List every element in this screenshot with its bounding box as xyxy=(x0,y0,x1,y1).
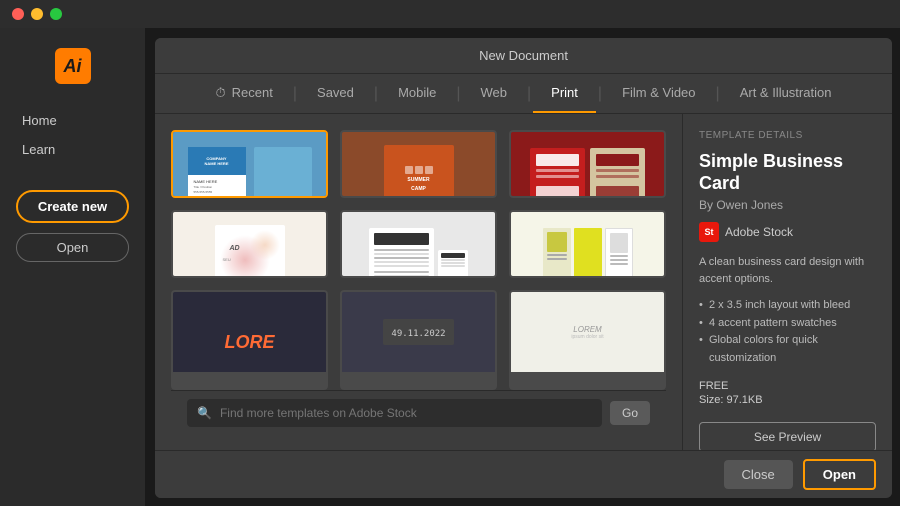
template-thumbnail-floral: AD SEU xyxy=(173,212,326,278)
open-dialog-button[interactable]: Open xyxy=(803,459,876,490)
tab-divider-4: | xyxy=(525,85,533,103)
fl-inner: AD SEU xyxy=(215,225,285,279)
dialog-body: COMPANYNAME HERE NAME HERE Title / Posit… xyxy=(155,114,892,450)
template-card-lore[interactable]: LORE xyxy=(171,290,328,390)
tab-mobile-label: Mobile xyxy=(398,85,436,100)
template-size: Size: 97.1KB xyxy=(699,394,876,406)
stock-badge: St Adobe Stock xyxy=(699,222,876,242)
tab-print-label: Print xyxy=(551,85,578,100)
tab-web-label: Web xyxy=(481,85,508,100)
close-dialog-button[interactable]: Close xyxy=(724,460,793,489)
template-card-floral[interactable]: AD SEU Floral Overprint Effect xyxy=(171,210,328,278)
floral-preview: AD SEU xyxy=(173,212,326,278)
template-card-resume[interactable]: Classic Resume and Cover Letter... FREE xyxy=(340,210,497,278)
tab-film-video-label: Film & Video xyxy=(622,85,695,100)
tab-divider-6: | xyxy=(714,85,722,103)
tabs-bar: ⏱ Recent | Saved | Mobile | Web | Print … xyxy=(155,74,892,114)
template-bullet-2: Global colors for quick customization xyxy=(699,332,876,367)
tab-mobile[interactable]: Mobile xyxy=(380,74,454,113)
create-new-button[interactable]: Create new xyxy=(16,190,129,223)
tab-divider-2: | xyxy=(372,85,380,103)
tab-divider-5: | xyxy=(596,85,604,103)
tab-saved[interactable]: Saved xyxy=(299,74,372,113)
template-thumbnail-brochure xyxy=(511,212,664,278)
template-details-panel: TEMPLATE DETAILS Simple Business Card By… xyxy=(682,114,892,450)
traffic-lights xyxy=(12,8,62,20)
business-card-preview: COMPANYNAME HERE NAME HERE Title / Posit… xyxy=(173,132,326,198)
sidebar-buttons: Create new Open xyxy=(0,190,145,262)
close-button[interactable] xyxy=(12,8,24,20)
tab-recent-label: Recent xyxy=(232,85,273,100)
template-details-label: TEMPLATE DETAILS xyxy=(699,130,876,141)
dialog-footer: Close Open xyxy=(155,450,892,498)
new-document-dialog: New Document ⏱ Recent | Saved | Mobile |… xyxy=(155,38,892,498)
search-icon: 🔍 xyxy=(197,406,212,420)
template-title: Simple Business Card xyxy=(699,151,876,194)
open-button[interactable]: Open xyxy=(16,233,129,262)
tab-recent[interactable]: ⏱ Recent xyxy=(198,74,291,113)
stock-text: Adobe Stock xyxy=(725,225,793,239)
clock-icon: ⏱ xyxy=(216,85,226,101)
template-card-announcement[interactable]: Announcement Posters FREE xyxy=(509,130,666,198)
summer-camp-preview: SUMMER CAMP 22 JULY 2023 xyxy=(342,132,495,198)
minimize-button[interactable] xyxy=(31,8,43,20)
lore-text: LORE xyxy=(224,332,274,353)
maximize-button[interactable] xyxy=(50,8,62,20)
template-thumbnail-resume xyxy=(342,212,495,278)
template-thumbnail-announcement xyxy=(511,132,664,198)
tab-print[interactable]: Print xyxy=(533,74,596,113)
template-card-lorem[interactable]: LOREM ipsum dolor sit xyxy=(509,290,666,390)
template-bullet-1: 4 accent pattern swatches xyxy=(699,315,876,333)
announcement-preview xyxy=(511,132,664,198)
template-grid: COMPANYNAME HERE NAME HERE Title / Posit… xyxy=(171,130,666,390)
template-bullet-0: 2 x 3.5 inch layout with bleed xyxy=(699,297,876,315)
sc-inner: SUMMER CAMP 22 JULY 2023 xyxy=(384,145,454,199)
sidebar: Ai Home Learn Create new Open xyxy=(0,28,145,506)
template-thumbnail-business-card: COMPANYNAME HERE NAME HERE Title / Posit… xyxy=(173,132,326,198)
template-meta: FREE Size: 97.1KB xyxy=(699,380,876,408)
resume-preview xyxy=(342,212,495,278)
bc-card-front: COMPANYNAME HERE NAME HERE Title / Posit… xyxy=(188,147,246,198)
template-card-business-card[interactable]: COMPANYNAME HERE NAME HERE Title / Posit… xyxy=(171,130,328,198)
search-bar: 🔍 Go xyxy=(171,390,666,434)
tab-art-illustration[interactable]: Art & Illustration xyxy=(722,74,850,113)
dialog-title: New Document xyxy=(479,48,568,63)
template-card-date[interactable]: 49.11.2022 xyxy=(340,290,497,390)
cr-inner xyxy=(369,228,434,278)
lore-preview: LORE xyxy=(173,292,326,372)
tab-art-illustration-label: Art & Illustration xyxy=(740,85,832,100)
template-card-brochure[interactable]: Bold and Bright Trifold Brochure ... FRE… xyxy=(509,210,666,278)
template-bullets: 2 x 3.5 inch layout with bleed 4 accent … xyxy=(699,297,876,367)
tab-web[interactable]: Web xyxy=(463,74,526,113)
search-input[interactable] xyxy=(220,406,592,420)
tab-saved-label: Saved xyxy=(317,85,354,100)
template-description: A clean business card design with accent… xyxy=(699,254,876,287)
brochure-preview xyxy=(511,212,664,278)
ai-logo-icon: Ai xyxy=(55,48,91,84)
adobe-stock-icon: St xyxy=(699,222,719,242)
tab-divider-3: | xyxy=(454,85,462,103)
sidebar-item-home[interactable]: Home xyxy=(12,108,133,133)
title-bar xyxy=(0,0,900,28)
see-preview-button[interactable]: See Preview xyxy=(699,422,876,450)
template-thumbnail-summer-camp: SUMMER CAMP 22 JULY 2023 xyxy=(342,132,495,198)
bc-card-back xyxy=(254,147,312,198)
dialog-title-bar: New Document xyxy=(155,38,892,74)
template-card-summer-camp[interactable]: SUMMER CAMP 22 JULY 2023 Summer Camp Pos… xyxy=(340,130,497,198)
tab-divider-1: | xyxy=(291,85,299,103)
template-price-detail: FREE xyxy=(699,380,876,392)
tab-film-video[interactable]: Film & Video xyxy=(604,74,713,113)
template-grid-area: COMPANYNAME HERE NAME HERE Title / Posit… xyxy=(155,114,682,450)
search-input-wrap: 🔍 xyxy=(187,399,602,427)
template-author: By Owen Jones xyxy=(699,198,876,212)
sidebar-nav: Home Learn xyxy=(0,108,145,162)
sidebar-item-learn[interactable]: Learn xyxy=(12,137,133,162)
go-button[interactable]: Go xyxy=(610,401,650,425)
